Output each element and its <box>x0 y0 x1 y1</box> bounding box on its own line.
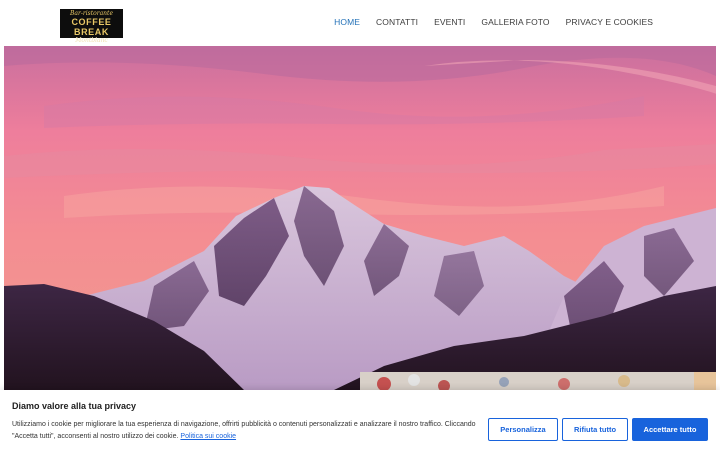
nav-item-home[interactable]: HOME <box>334 17 360 27</box>
cookie-banner-description: Utilizziamo i cookie per migliorare la t… <box>12 421 476 440</box>
nav-item-privacy-cookies[interactable]: PRIVACY E COOKIES <box>566 17 653 27</box>
logo-tagline: Bar-ristorante <box>69 10 114 17</box>
hero-banner <box>4 46 716 390</box>
accept-all-button[interactable]: Accettare tutto <box>632 418 708 441</box>
main-nav: HOME CONTATTI EVENTI GALLERIA FOTO PRIVA… <box>334 17 653 27</box>
mountain-sunset-image <box>4 46 716 390</box>
customize-button[interactable]: Personalizza <box>488 418 558 441</box>
logo-location: Montblanc <box>75 37 108 44</box>
nav-item-galleria-foto[interactable]: GALLERIA FOTO <box>481 17 549 27</box>
nav-item-contatti[interactable]: CONTATTI <box>376 17 418 27</box>
nav-item-eventi[interactable]: EVENTI <box>434 17 465 27</box>
logo-name: COFFEE BREAK <box>71 17 112 37</box>
cookie-banner-text: Utilizziamo i cookie per migliorare la t… <box>12 419 484 443</box>
cookie-policy-link[interactable]: Politica sui cookie <box>180 433 236 440</box>
reject-all-button[interactable]: Rifiuta tutto <box>562 418 628 441</box>
site-header: Bar-ristorante COFFEE BREAK Montblanc HO… <box>0 0 720 46</box>
site-logo[interactable]: Bar-ristorante COFFEE BREAK Montblanc <box>60 9 123 44</box>
cookie-banner-title: Diamo valore alla tua privacy <box>12 401 137 411</box>
